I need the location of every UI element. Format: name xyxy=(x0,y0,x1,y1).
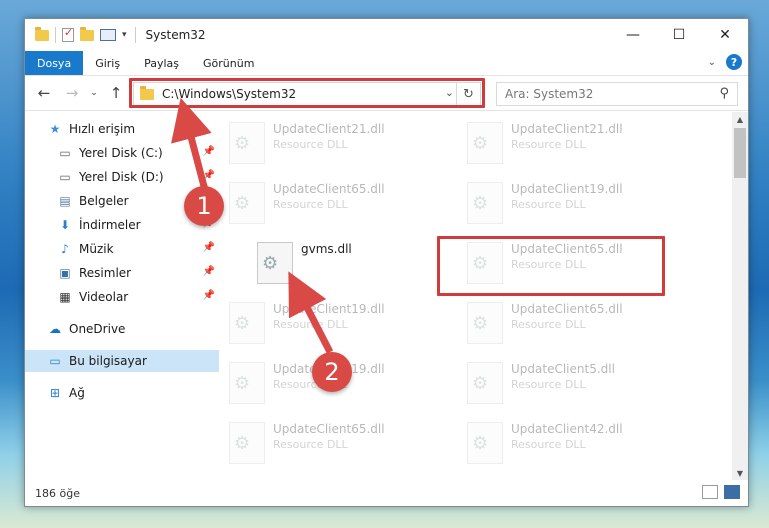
window-title: System32 xyxy=(145,28,206,42)
search-box[interactable]: Ara: System32 ⚲ xyxy=(496,82,738,106)
large-icons-view-icon[interactable] xyxy=(724,485,740,499)
dll-file-icon xyxy=(229,122,265,164)
sidebar-item-onedrive[interactable]: ☁ OneDrive xyxy=(25,318,219,340)
back-button[interactable]: ← xyxy=(33,82,55,104)
file-list: UpdateClient21.dllResource DLL UpdateCli… xyxy=(219,112,732,480)
pictures-icon: ▣ xyxy=(59,266,71,280)
download-icon: ⬇ xyxy=(59,218,71,232)
help-icon[interactable]: ? xyxy=(726,54,742,70)
dll-file-icon xyxy=(229,302,265,344)
search-icon[interactable]: ⚲ xyxy=(719,86,729,101)
scroll-up-icon[interactable]: ▲ xyxy=(732,112,748,126)
drive-icon: ▭ xyxy=(59,146,71,160)
dll-file-icon xyxy=(257,242,293,284)
status-bar: 186 öğe xyxy=(25,480,748,506)
file-explorer-window: ▾ System32 — ☐ ✕ Dosya Giriş Paylaş Görü… xyxy=(24,18,749,507)
dll-file-icon xyxy=(467,182,503,224)
step-1-badge: 1 xyxy=(184,186,224,226)
sidebar-item-local-disk-c[interactable]: ▭ Yerel Disk (C:) 📌 xyxy=(25,142,219,164)
up-button[interactable]: ↑ xyxy=(105,82,127,104)
pin-icon: 📌 xyxy=(202,170,215,181)
file-item[interactable]: UpdateClient65.dllResource DLL xyxy=(219,176,455,232)
vertical-scrollbar[interactable]: ▲ ▼ xyxy=(732,112,748,480)
details-view-icon[interactable] xyxy=(702,485,718,499)
pin-icon: 📌 xyxy=(202,290,215,301)
dll-file-icon xyxy=(467,362,503,404)
file-item[interactable]: UpdateClient42.dllResource DLL xyxy=(457,416,693,472)
scroll-thumb[interactable] xyxy=(734,128,746,178)
pin-icon: 📌 xyxy=(202,146,215,157)
close-button[interactable]: ✕ xyxy=(702,19,748,51)
cloud-icon: ☁ xyxy=(49,322,61,336)
navigation-bar: ← → ⌄ ↑ C:\Windows\System32 ⌄ ↻ Ara: Sys… xyxy=(25,75,748,111)
maximize-button[interactable]: ☐ xyxy=(656,19,702,51)
title-bar: ▾ System32 — ☐ ✕ xyxy=(25,19,748,51)
videos-icon: ▦ xyxy=(59,290,71,304)
documents-icon: ▤ xyxy=(59,194,71,208)
file-item[interactable]: UpdateClient65.dllResource DLL xyxy=(219,416,455,472)
pin-icon: 📌 xyxy=(202,242,215,253)
forward-button[interactable]: → xyxy=(61,82,83,104)
recent-locations-button[interactable]: ⌄ xyxy=(83,82,105,104)
quick-access-toolbar: ▾ xyxy=(25,26,127,43)
dll-file-icon xyxy=(467,302,503,344)
file-item[interactable]: UpdateClient21.dllResource DLL xyxy=(219,116,455,172)
item-count: 186 öğe xyxy=(35,486,80,500)
music-icon: ♪ xyxy=(61,242,69,256)
pin-icon: 📌 xyxy=(202,266,215,277)
drive-icon: ▭ xyxy=(59,170,71,184)
sidebar-item-quick-access[interactable]: ★ Hızlı erişim xyxy=(25,118,219,140)
navigation-pane: ★ Hızlı erişim ▭ Yerel Disk (C:) 📌 ▭ Yer… xyxy=(25,112,219,480)
dropdown-arrow-icon[interactable]: ▾ xyxy=(122,30,127,40)
tab-file[interactable]: Dosya xyxy=(25,51,84,75)
tab-view[interactable]: Görünüm xyxy=(191,51,266,75)
sidebar-item-local-disk-d[interactable]: ▭ Yerel Disk (D:) 📌 xyxy=(25,166,219,188)
address-highlight-box xyxy=(129,78,485,108)
file-item[interactable]: UpdateClient19.dllResource DLL xyxy=(457,176,693,232)
minimize-button[interactable]: — xyxy=(610,19,656,51)
file-highlight-box xyxy=(437,236,665,296)
ribbon-tabs: Dosya Giriş Paylaş Görünüm ⌄ ? xyxy=(25,51,748,75)
scroll-down-icon[interactable]: ▼ xyxy=(732,466,748,480)
sidebar-item-music[interactable]: ♪ Müzik 📌 xyxy=(25,238,219,260)
dll-file-icon xyxy=(229,422,265,464)
customize-icon[interactable] xyxy=(100,29,116,41)
new-folder-icon[interactable] xyxy=(80,26,94,41)
network-icon: ⊞ xyxy=(49,386,61,400)
dll-file-icon xyxy=(229,182,265,224)
sidebar-item-this-pc[interactable]: ▭ Bu bilgisayar xyxy=(25,350,219,372)
sidebar-item-network[interactable]: ⊞ Ağ xyxy=(25,382,219,404)
content-area: ★ Hızlı erişim ▭ Yerel Disk (C:) 📌 ▭ Yer… xyxy=(25,112,748,480)
dll-file-icon xyxy=(229,362,265,404)
dll-file-icon xyxy=(467,122,503,164)
properties-check-icon[interactable] xyxy=(62,26,74,42)
file-item[interactable]: UpdateClient5.dllResource DLL xyxy=(457,356,693,412)
search-placeholder: Ara: System32 xyxy=(505,87,594,101)
folder-icon xyxy=(35,26,49,41)
file-item[interactable]: UpdateClient21.dllResource DLL xyxy=(457,116,693,172)
sidebar-item-videos[interactable]: ▦ Videolar 📌 xyxy=(25,286,219,308)
dll-file-icon xyxy=(467,422,503,464)
tab-home[interactable]: Giriş xyxy=(83,51,132,75)
expand-ribbon-icon[interactable]: ⌄ xyxy=(708,57,716,68)
tab-share[interactable]: Paylaş xyxy=(132,51,191,75)
star-icon: ★ xyxy=(49,122,61,136)
sidebar-item-pictures[interactable]: ▣ Resimler 📌 xyxy=(25,262,219,284)
computer-icon: ▭ xyxy=(49,354,61,368)
step-2-badge: 2 xyxy=(312,352,352,392)
file-item[interactable]: UpdateClient65.dllResource DLL xyxy=(457,296,693,352)
file-item[interactable]: UpdateClient19.dllResource DLL xyxy=(219,296,455,352)
